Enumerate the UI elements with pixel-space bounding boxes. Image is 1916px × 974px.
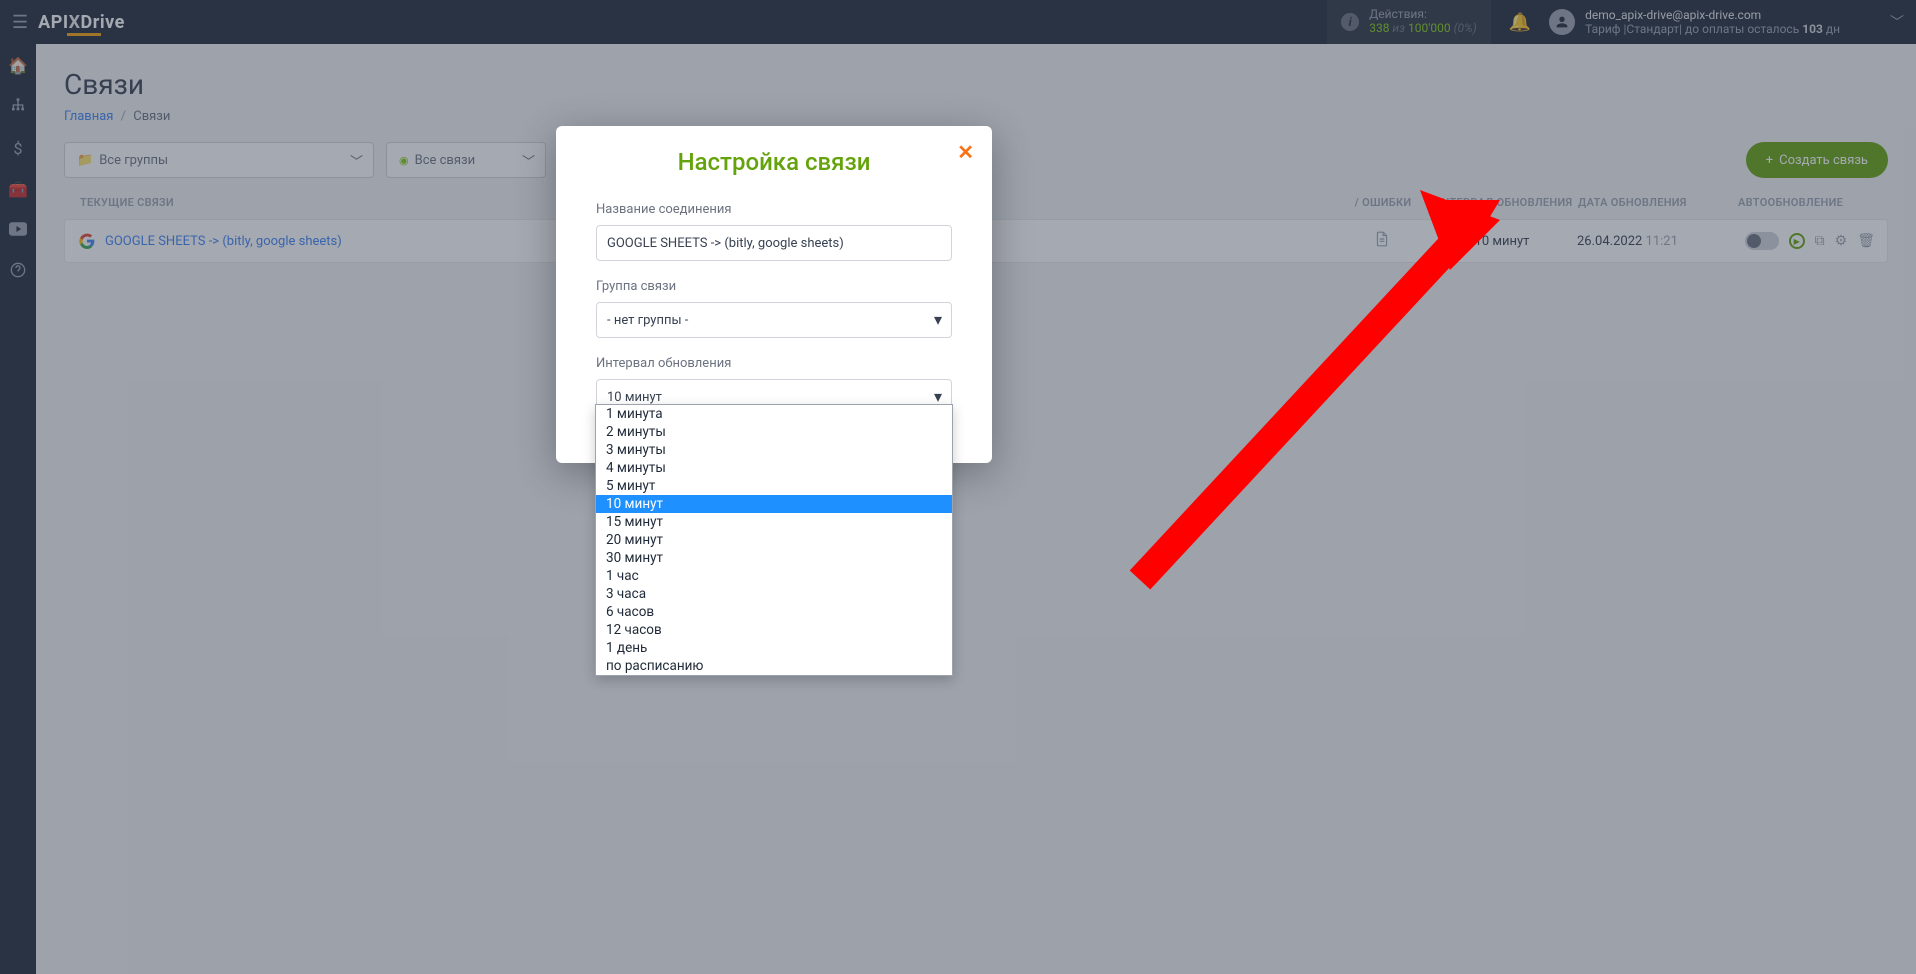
interval-option[interactable]: 4 минуты (596, 459, 952, 477)
interval-option[interactable]: 1 час (596, 567, 952, 585)
interval-option[interactable]: 5 минут (596, 477, 952, 495)
interval-option[interactable]: 1 минута (596, 405, 952, 423)
group-label: Группа связи (596, 279, 952, 294)
group-select[interactable]: - нет группы - (596, 302, 952, 338)
interval-option[interactable]: 3 часа (596, 585, 952, 603)
close-icon[interactable]: ✕ (957, 140, 974, 164)
interval-option[interactable]: 6 часов (596, 603, 952, 621)
interval-option[interactable]: 1 день (596, 639, 952, 657)
interval-option[interactable]: 30 минут (596, 549, 952, 567)
modal-title: Настройка связи (596, 148, 952, 176)
interval-option[interactable]: 12 часов (596, 621, 952, 639)
interval-option[interactable]: 10 минут (596, 495, 952, 513)
interval-option[interactable]: 20 минут (596, 531, 952, 549)
interval-label: Интервал обновления (596, 356, 952, 371)
interval-option[interactable]: 15 минут (596, 513, 952, 531)
interval-option[interactable]: 2 минуты (596, 423, 952, 441)
connection-name-input[interactable] (596, 225, 952, 261)
interval-option[interactable]: 3 минуты (596, 441, 952, 459)
name-label: Название соединения (596, 202, 952, 217)
interval-option[interactable]: по расписанию (596, 657, 952, 675)
interval-options-list: 1 минута2 минуты3 минуты4 минуты5 минут1… (595, 404, 953, 676)
